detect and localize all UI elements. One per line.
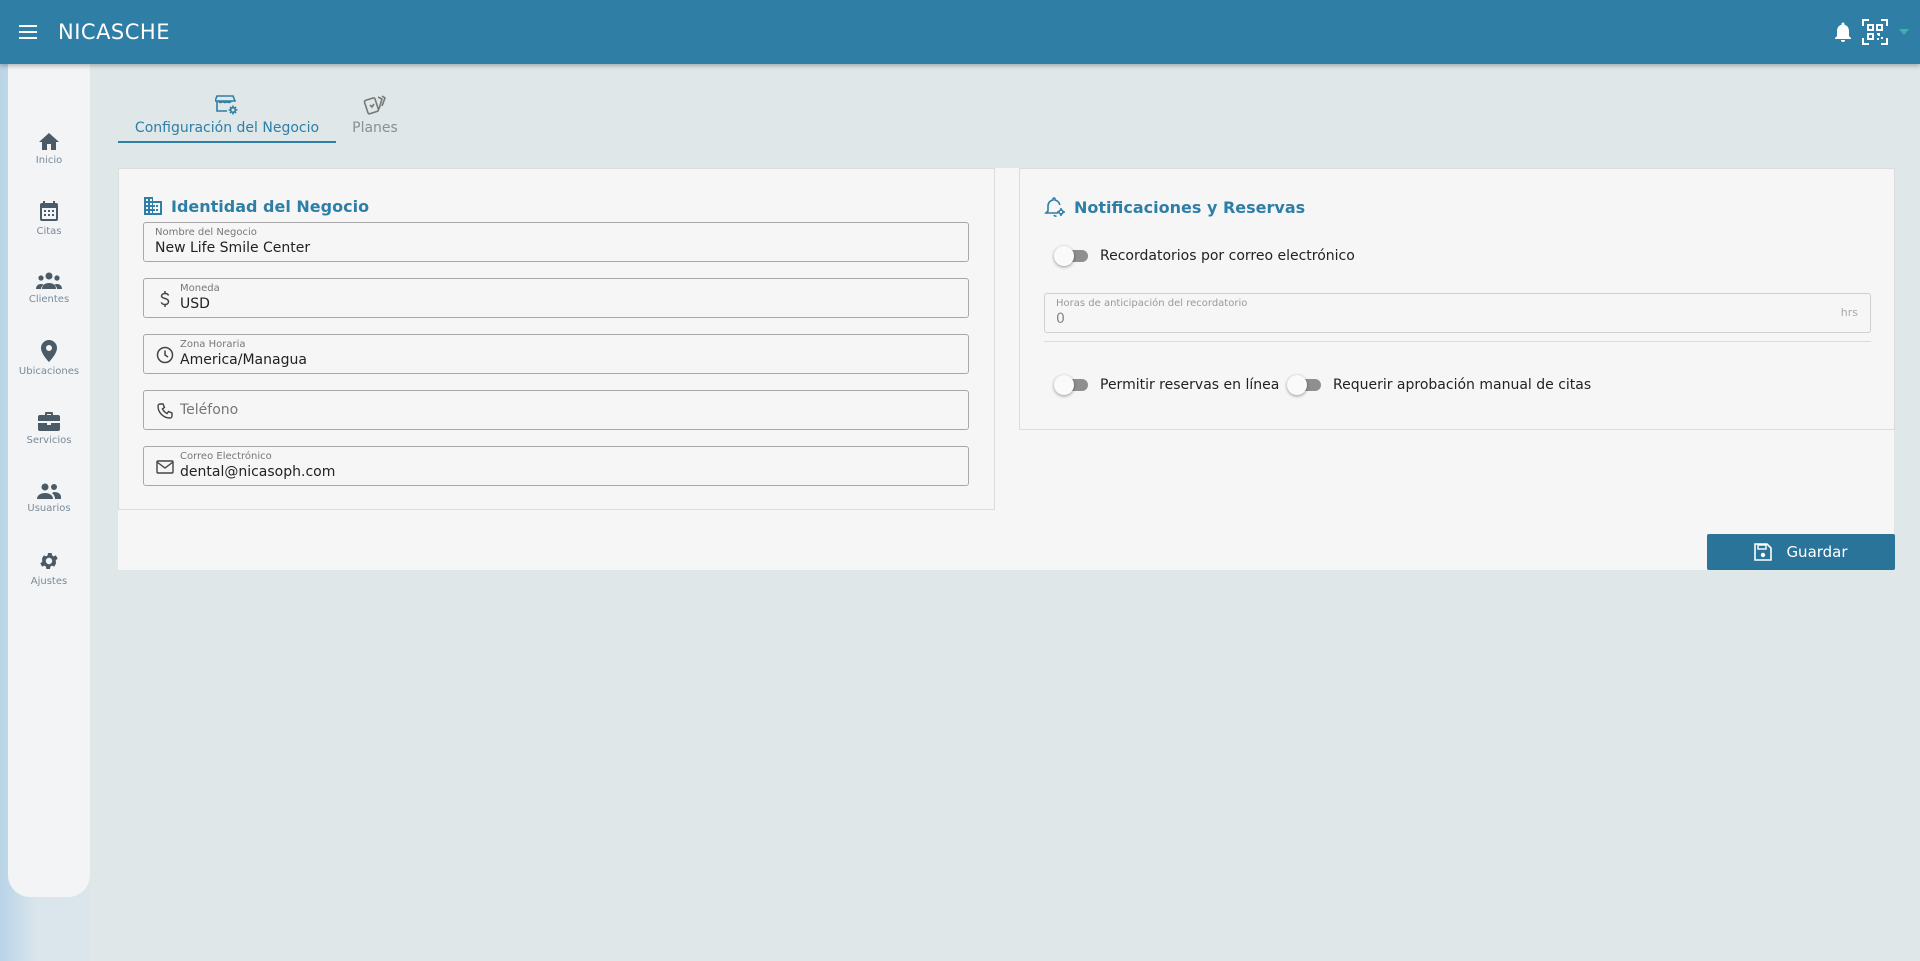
briefcase-icon [38, 411, 60, 431]
sidebar-item-label: Ubicaciones [18, 365, 80, 377]
bell-settings-icon [1044, 197, 1065, 217]
active-tab-indicator [118, 141, 336, 143]
email-reminders-label: Recordatorios por correo electrónico [1100, 248, 1355, 264]
sidebar-item-label: Usuarios [27, 502, 71, 514]
field-label: Zona Horaria [180, 339, 246, 350]
divider [1044, 341, 1871, 342]
tab-planes[interactable]: Planes [345, 92, 405, 144]
tab-label: Planes [352, 120, 398, 136]
home-icon [39, 132, 59, 150]
email-reminders-toggle[interactable] [1054, 246, 1088, 266]
field-label: Horas de anticipación del recordatorio [1056, 298, 1248, 309]
sidebar-item-inicio[interactable]: Inicio [8, 118, 90, 178]
email-field[interactable]: Correo Electrónico dental@nicasoph.com [143, 446, 969, 486]
field-label: Nombre del Negocio [155, 227, 257, 238]
app-title: NICASCHE [58, 20, 170, 44]
floppy-disk-icon [1754, 543, 1773, 561]
store-settings-icon [215, 95, 238, 115]
notifications-card-title: Notificaciones y Reservas [1074, 197, 1306, 217]
online-booking-label: Permitir reservas en línea [1100, 377, 1280, 393]
sidebar-item-label: Citas [36, 225, 62, 237]
sidebar-item-label: Servicios [26, 434, 72, 446]
menu-icon[interactable] [0, 0, 58, 64]
sidebar-item-ubicaciones[interactable]: Ubicaciones [8, 328, 90, 388]
sidebar-item-clientes[interactable]: Clientes [8, 258, 90, 318]
dollar-icon [156, 290, 174, 308]
business-name-field[interactable]: Nombre del Negocio New Life Smile Center [143, 222, 969, 262]
currency-field[interactable]: Moneda USD [143, 278, 969, 318]
manual-approval-toggle[interactable] [1287, 375, 1321, 395]
save-button-label: Guardar [1786, 543, 1848, 561]
calendar-icon [40, 200, 58, 221]
reminder-hours-field[interactable]: Horas de anticipación del recordatorio 0… [1044, 293, 1871, 333]
identity-card-title: Identidad del Negocio [171, 196, 370, 216]
sidebar-item-ajustes[interactable]: Ajustes [8, 538, 90, 598]
sidebar-item-label: Ajustes [30, 575, 68, 587]
location-pin-icon [41, 339, 57, 362]
sidebar-item-usuarios[interactable]: Usuarios [8, 468, 90, 528]
tab-label: Configuración del Negocio [134, 120, 320, 136]
timezone-field[interactable]: Zona Horaria America/Managua [143, 334, 969, 374]
bell-icon[interactable] [1834, 22, 1852, 42]
group-icon [36, 272, 62, 289]
sidebar-item-servicios[interactable]: Servicios [8, 398, 90, 458]
gear-icon [40, 552, 58, 569]
cards-icon [363, 95, 386, 115]
hours-suffix: hrs [1840, 306, 1858, 319]
clock-icon [156, 346, 174, 364]
field-value: New Life Smile Center [155, 240, 311, 256]
account-dropdown-icon[interactable] [1898, 27, 1910, 37]
qr-scan-icon[interactable] [1862, 19, 1888, 45]
save-button[interactable]: Guardar [1707, 534, 1895, 570]
field-placeholder: Teléfono [180, 402, 239, 418]
sidebar-item-label: Inicio [35, 154, 63, 166]
top-app-bar: NICASCHE [0, 0, 1920, 64]
building-icon [144, 197, 162, 215]
identity-card-header: Identidad del Negocio [143, 196, 369, 216]
phone-icon [156, 402, 174, 420]
sidebar-item-citas[interactable]: Citas [8, 188, 90, 248]
sidebar-item-label: Clientes [28, 293, 70, 305]
online-booking-toggle[interactable] [1054, 375, 1088, 395]
field-label: Correo Electrónico [180, 451, 272, 462]
phone-field[interactable]: Teléfono [143, 390, 969, 430]
field-value: America/Managua [180, 352, 307, 368]
notifications-card-header: Notificaciones y Reservas [1044, 196, 1305, 218]
manual-approval-label: Requerir aprobación manual de citas [1333, 377, 1592, 393]
tab-configuracion-negocio[interactable]: Configuración del Negocio [118, 92, 336, 144]
field-value: USD [180, 296, 210, 312]
field-label: Moneda [180, 283, 220, 294]
mail-icon [156, 458, 174, 476]
field-value: 0 [1056, 311, 1065, 327]
users-icon [37, 483, 61, 499]
field-value: dental@nicasoph.com [180, 464, 336, 480]
